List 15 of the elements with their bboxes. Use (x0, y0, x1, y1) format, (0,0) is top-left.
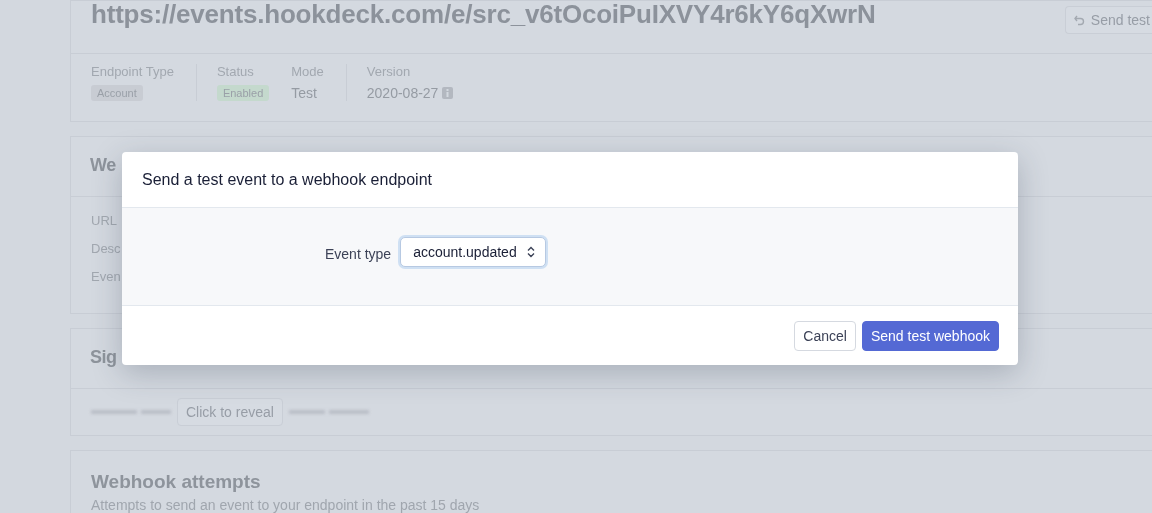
info-icon (442, 87, 454, 99)
field-label: Event type (325, 246, 392, 262)
status-tag: Enabled (216, 85, 270, 101)
section-title: We (90, 155, 116, 177)
event-type-select[interactable]: account.updated (400, 237, 546, 267)
section-title: Sig (90, 347, 117, 369)
endpoint-url: https://events.hookdeck.com/e/src_v6tOcoiPuIXVY4r6kY6qXwrN (91, 0, 876, 30)
meta-value: 2020-08-27 (366, 85, 439, 101)
chevron-up-down-icon (526, 246, 535, 258)
section-title: Webhook attempts (90, 470, 262, 494)
undo-icon (1073, 14, 1085, 26)
cancel-button[interactable]: Cancel (794, 320, 856, 351)
dialog-title: Send a test event to a webhook endpoint (142, 170, 432, 189)
send-button[interactable]: Send test webhook (861, 320, 999, 351)
meta-value: Test (291, 85, 318, 101)
